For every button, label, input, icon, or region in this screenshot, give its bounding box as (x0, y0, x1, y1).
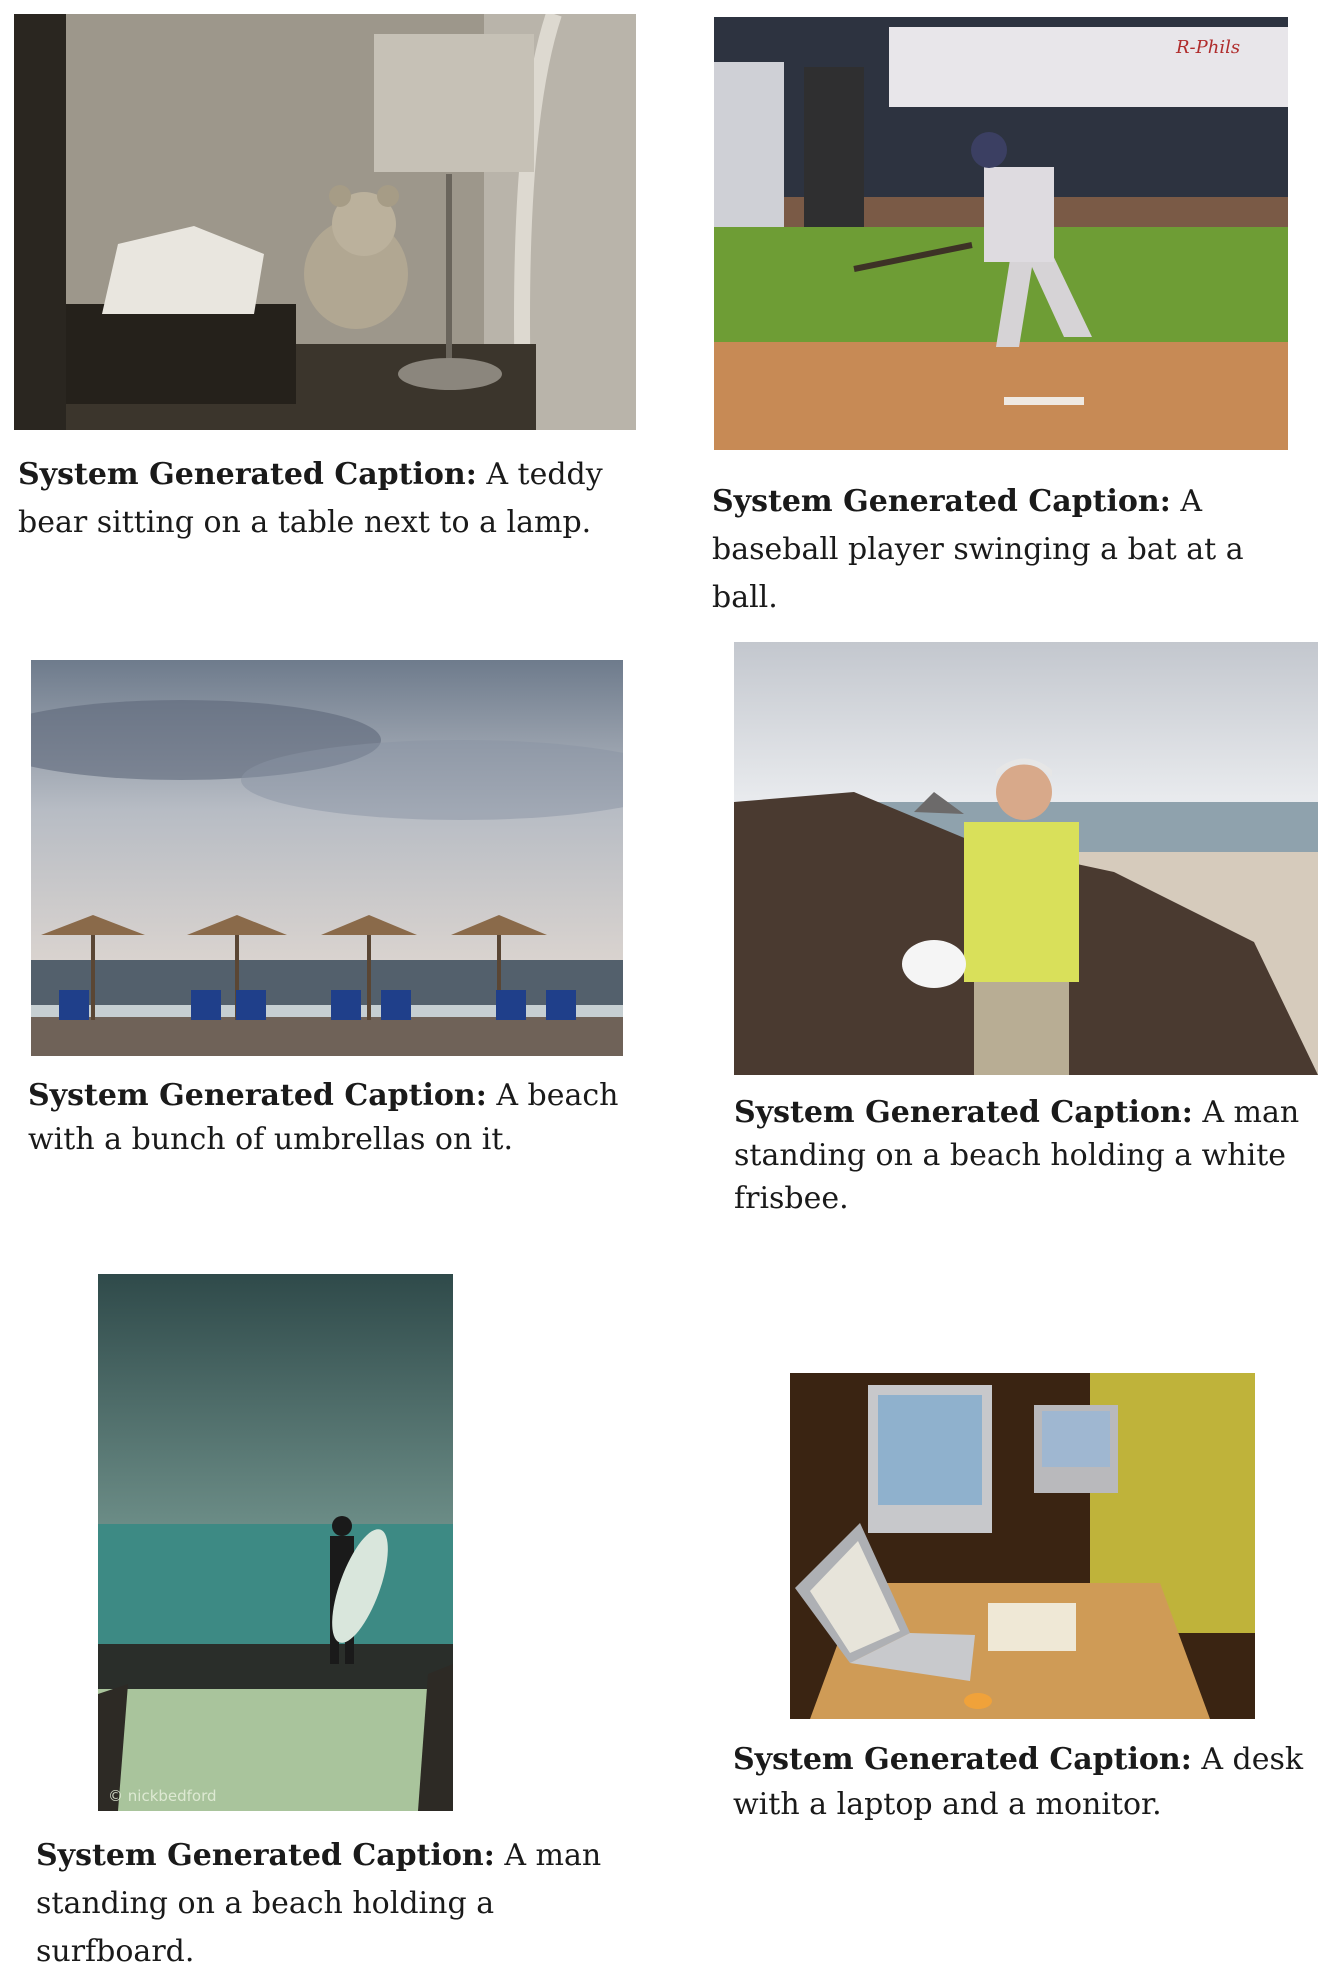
caption-desk: System Generated Caption: A desk with a … (733, 1737, 1323, 1827)
caption-frisbee: System Generated Caption: A man standing… (734, 1091, 1329, 1220)
desk-laptop-monitor-photo (790, 1373, 1255, 1719)
beach-umbrellas-photo (31, 660, 623, 1056)
caption-label: System Generated Caption: (36, 1838, 495, 1873)
watermark: © nickbedford (108, 1787, 217, 1805)
caption-label: System Generated Caption: (28, 1078, 487, 1113)
caption-baseball: System Generated Caption: A baseball pla… (712, 478, 1312, 622)
caption-label: System Generated Caption: (712, 484, 1171, 519)
caption-beach-umbrellas: System Generated Caption: A beach with a… (28, 1074, 648, 1162)
baseball-batter-photo: R-Phils (714, 17, 1288, 450)
teddy-bear-lamp-photo (14, 14, 636, 430)
banner-text: R-Phils (1175, 37, 1240, 58)
caption-surfboard: System Generated Caption: A man standing… (36, 1832, 656, 1976)
caption-label: System Generated Caption: (18, 457, 477, 492)
surfer-beach-photo: © nickbedford (98, 1274, 453, 1811)
caption-label: System Generated Caption: (733, 1742, 1192, 1777)
man-frisbee-photo (734, 642, 1318, 1075)
caption-teddy-bear: System Generated Caption: A teddy bear s… (18, 451, 658, 547)
caption-label: System Generated Caption: (734, 1095, 1193, 1130)
